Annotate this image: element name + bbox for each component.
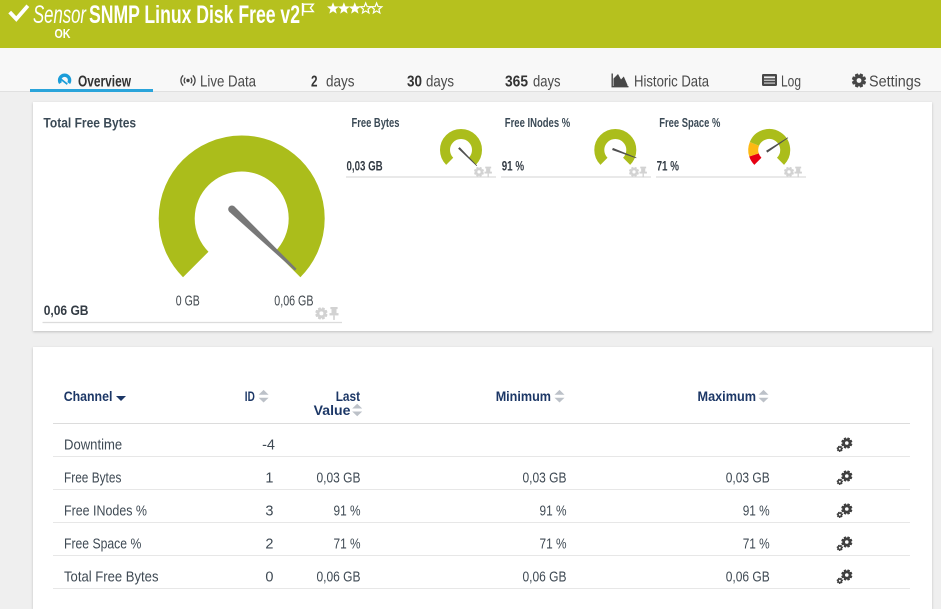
svg-text:Overview: Overview [78, 74, 131, 91]
svg-text:Total Free Bytes: Total Free Bytes [43, 115, 136, 131]
svg-text:days: days [533, 74, 561, 91]
svg-text:91 %: 91 % [334, 504, 361, 520]
svg-text:365: 365 [505, 74, 528, 91]
svg-text:91 %: 91 % [502, 159, 524, 174]
svg-text:days: days [326, 74, 355, 91]
svg-text:91 %: 91 % [540, 504, 567, 520]
svg-text:Historic Data: Historic Data [634, 74, 709, 91]
svg-text:Log: Log [781, 74, 801, 91]
svg-text:Total Free Bytes: Total Free Bytes [64, 570, 159, 586]
svg-text:Free Space %: Free Space % [659, 115, 720, 130]
svg-text:0,06 GB: 0,06 GB [44, 303, 89, 318]
svg-text:Maximum: Maximum [698, 388, 757, 404]
svg-text:Downtime: Downtime [64, 438, 122, 454]
svg-text:0,03 GB: 0,03 GB [317, 471, 361, 487]
svg-text:71 %: 71 % [743, 537, 770, 553]
svg-text:Free Bytes: Free Bytes [64, 471, 121, 487]
svg-text:OK: OK [55, 26, 72, 41]
svg-text:2: 2 [311, 74, 318, 91]
svg-text:Free INodes %: Free INodes % [505, 115, 571, 130]
svg-text:Settings: Settings [869, 74, 921, 91]
svg-text:0 GB: 0 GB [176, 294, 200, 310]
svg-text:1: 1 [265, 471, 273, 487]
svg-text:30: 30 [407, 74, 422, 91]
svg-text:0,06 GB: 0,06 GB [726, 570, 770, 586]
svg-text:Free Bytes: Free Bytes [352, 115, 400, 130]
svg-text:0,03 GB: 0,03 GB [523, 471, 567, 487]
svg-text:0,06 GB: 0,06 GB [523, 570, 567, 586]
svg-text:Channel: Channel [64, 388, 113, 404]
svg-text:91 %: 91 % [743, 504, 770, 520]
svg-text:0,03 GB: 0,03 GB [347, 159, 383, 174]
svg-text:0,06 GB: 0,06 GB [317, 570, 361, 586]
svg-text:71 %: 71 % [334, 537, 361, 553]
svg-text:0,03 GB: 0,03 GB [726, 471, 770, 487]
svg-text:71 %: 71 % [540, 537, 567, 553]
svg-text:0: 0 [265, 570, 273, 586]
svg-text:Sensor: Sensor [33, 1, 87, 29]
svg-text:Value: Value [314, 402, 351, 418]
svg-text:Live Data: Live Data [200, 74, 256, 91]
svg-text:-4: -4 [262, 438, 275, 454]
svg-text:3: 3 [265, 504, 273, 520]
svg-text:0,06 GB: 0,06 GB [274, 294, 313, 310]
svg-text:ID: ID [245, 388, 255, 404]
svg-text:2: 2 [265, 537, 273, 553]
svg-text:Free INodes %: Free INodes % [64, 504, 147, 520]
svg-text:days: days [426, 74, 454, 91]
svg-text:Minimum: Minimum [496, 388, 551, 404]
svg-text:71 %: 71 % [657, 159, 679, 174]
svg-text:Free Space %: Free Space % [64, 537, 141, 553]
svg-text:SNMP Linux Disk Free v2: SNMP Linux Disk Free v2 [89, 1, 300, 29]
